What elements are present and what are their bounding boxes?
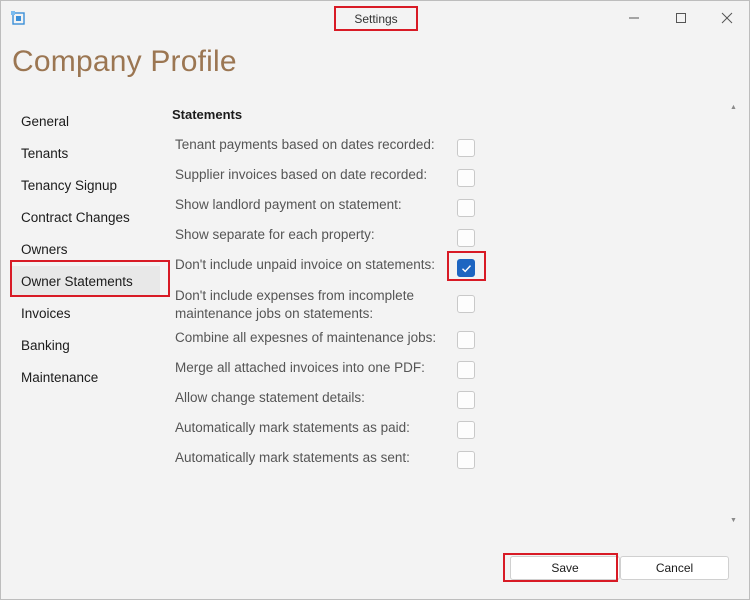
- setting-label: Supplier invoices based on date recorded…: [175, 167, 428, 182]
- setting-label: Merge all attached invoices into one PDF…: [175, 360, 425, 375]
- setting-checkbox-checked[interactable]: [457, 259, 475, 277]
- setting-label: Show landlord payment on statement:: [175, 197, 402, 212]
- sidebar-item-tenants[interactable]: Tenants: [12, 138, 160, 168]
- save-button[interactable]: Save: [510, 556, 620, 580]
- setting-checkbox[interactable]: [457, 451, 475, 469]
- setting-label: Allow change statement details:: [175, 390, 365, 405]
- setting-checkbox[interactable]: [457, 361, 475, 379]
- app-icon: [11, 11, 25, 25]
- scroll-up-icon[interactable]: ▲: [730, 104, 737, 111]
- sidebar-item-owner-statements[interactable]: Owner Statements: [12, 266, 160, 296]
- setting-label: Combine all expesnes of maintenance jobs…: [175, 330, 437, 345]
- setting-label: Don't include expenses from incomplete m…: [175, 288, 414, 321]
- sidebar-item-owners[interactable]: Owners: [12, 234, 160, 264]
- setting-label: Don't include unpaid invoice on statemen…: [175, 257, 435, 272]
- section-title: Statements: [172, 107, 243, 122]
- page-title: Company Profile: [12, 45, 237, 78]
- setting-label: Show separate for each property:: [175, 227, 375, 242]
- sidebar-item-general[interactable]: General: [12, 106, 160, 136]
- sidebar-item-maintenance[interactable]: Maintenance: [12, 362, 160, 392]
- vertical-scrollbar[interactable]: ▲ ▼: [729, 104, 739, 524]
- settings-window: Settings Company Profile General Tenants…: [0, 0, 750, 600]
- setting-checkbox[interactable]: [457, 169, 475, 187]
- setting-checkbox[interactable]: [457, 331, 475, 349]
- setting-label: Automatically mark statements as paid:: [175, 420, 410, 435]
- setting-checkbox[interactable]: [457, 199, 475, 217]
- sidebar-item-banking[interactable]: Banking: [12, 330, 160, 360]
- maximize-icon[interactable]: [672, 9, 690, 27]
- setting-checkbox[interactable]: [457, 391, 475, 409]
- cancel-button[interactable]: Cancel: [620, 556, 729, 580]
- setting-checkbox[interactable]: [457, 139, 475, 157]
- sidebar-item-tenancy-signup[interactable]: Tenancy Signup: [12, 170, 160, 200]
- setting-checkbox[interactable]: [457, 229, 475, 247]
- setting-label: Tenant payments based on dates recorded:: [175, 137, 435, 152]
- sidebar-item-invoices[interactable]: Invoices: [12, 298, 160, 328]
- sidebar-item-contract-changes[interactable]: Contract Changes: [12, 202, 160, 232]
- minimize-icon[interactable]: [625, 9, 643, 27]
- setting-checkbox[interactable]: [457, 295, 475, 313]
- scroll-down-icon[interactable]: ▼: [730, 517, 737, 524]
- setting-checkbox[interactable]: [457, 421, 475, 439]
- window-title: Settings: [334, 6, 418, 31]
- check-icon: [462, 265, 472, 273]
- setting-label: Automatically mark statements as sent:: [175, 450, 410, 465]
- title-bar[interactable]: Settings: [1, 1, 749, 34]
- close-icon[interactable]: [718, 9, 736, 27]
